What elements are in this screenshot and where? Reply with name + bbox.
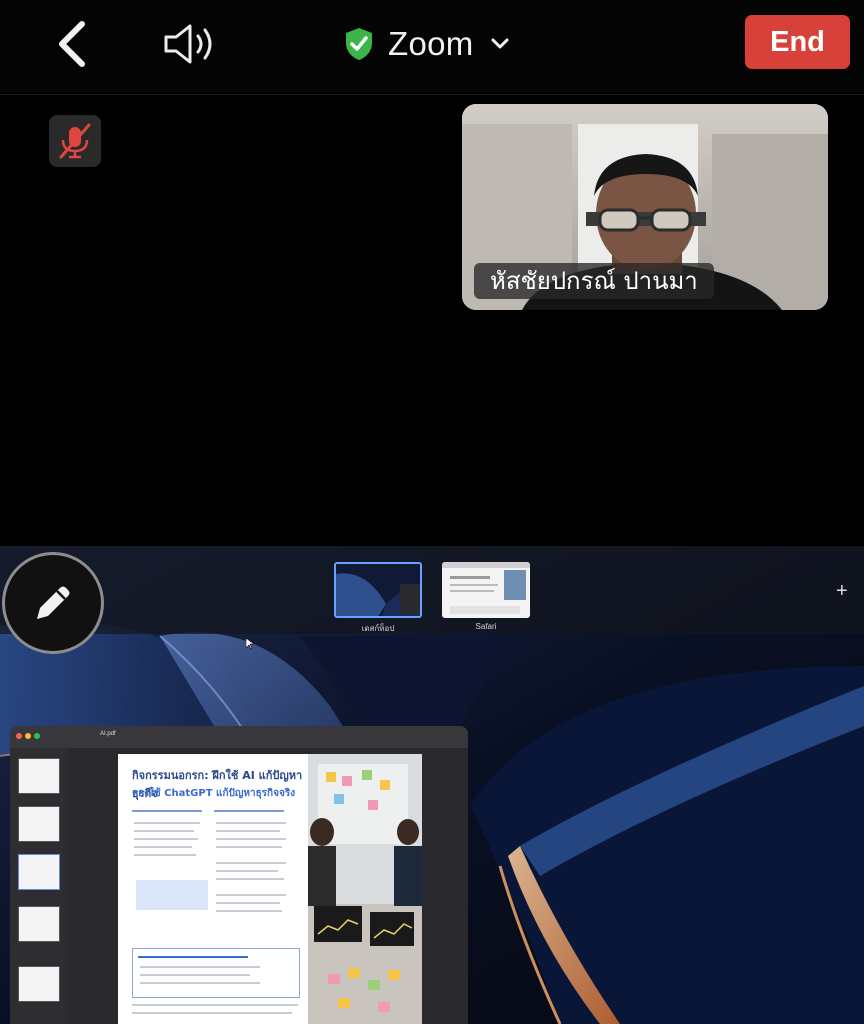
window-zoom-icon[interactable] xyxy=(34,733,40,739)
participant-name-label: หัสชัยปกรณ์ ปานมา xyxy=(474,263,714,299)
space-label-safari: Safari xyxy=(475,622,497,631)
mission-control-bar xyxy=(0,546,864,634)
space-label-desktop: เดสก์ท็อป xyxy=(361,624,395,633)
space-thumbnail-desktop[interactable] xyxy=(334,562,422,618)
pdf-page: กิจกรรมนอกรก: ฝึกใช้ AI แก้ปัญหาธุรกิจ ล… xyxy=(118,754,422,1024)
preview-toolbar: AI.pdf xyxy=(10,726,468,748)
mic-muted-icon xyxy=(59,123,91,159)
add-space-plus-icon[interactable]: + xyxy=(836,580,848,603)
pdf-photo-meeting xyxy=(308,754,422,1024)
shared-screen[interactable]: เดสก์ท็อป Safari + AI.pdf กิจกรรมนอกรก: … xyxy=(0,546,864,1024)
page-thumbnail[interactable] xyxy=(18,758,60,794)
meeting-title-dropdown[interactable]: Zoom xyxy=(344,22,510,66)
shield-check-icon xyxy=(346,28,372,60)
pdf-highlight-box xyxy=(136,880,208,910)
space-thumbnail-safari[interactable] xyxy=(442,562,530,618)
end-meeting-button[interactable]: End xyxy=(745,15,850,69)
space-thumbnail-image xyxy=(336,564,420,616)
chevron-down-icon xyxy=(491,38,509,49)
page-thumbnail[interactable] xyxy=(18,966,60,1002)
pencil-icon xyxy=(37,586,70,619)
space-thumbnail-image xyxy=(442,562,530,618)
header-divider xyxy=(0,94,864,95)
annotate-button[interactable] xyxy=(2,552,104,654)
page-thumbnail[interactable] xyxy=(18,906,60,942)
meeting-title: Zoom xyxy=(388,25,474,62)
preview-pdf-window[interactable]: AI.pdf กิจกรรมนอกรก: ฝึกใช้ AI แก้ปัญหาธ… xyxy=(10,726,468,1024)
page-thumbnail[interactable] xyxy=(18,854,60,890)
page-thumbnail[interactable] xyxy=(18,806,60,842)
preview-thumbnail-sidebar xyxy=(10,748,68,1024)
back-chevron-icon[interactable] xyxy=(52,18,92,70)
window-close-icon[interactable] xyxy=(16,733,22,739)
speaker-icon[interactable] xyxy=(160,22,220,66)
mouse-cursor-icon xyxy=(246,638,254,650)
window-minimize-icon[interactable] xyxy=(25,733,31,739)
preview-window-title: AI.pdf xyxy=(100,731,116,737)
mic-muted-badge[interactable] xyxy=(49,115,101,167)
pdf-page-subheading: ลองใช้ ChatGPT แก้ปัญหาธุรกิจจริง xyxy=(132,788,296,799)
